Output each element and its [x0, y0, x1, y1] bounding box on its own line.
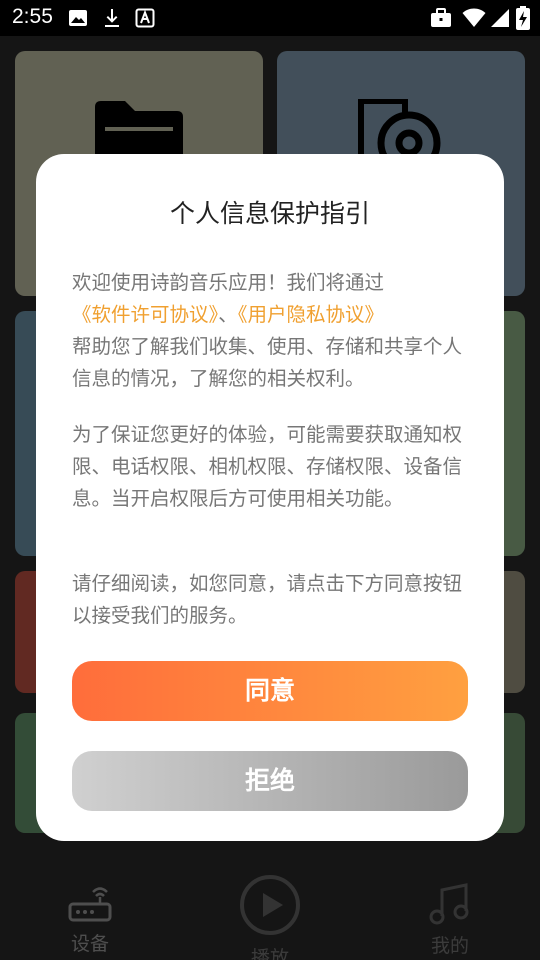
battery-charging-icon — [516, 6, 530, 30]
intro-text-continued: 帮助您了解我们收集、使用、存储和共享个人信息的情况，了解您的相关权利。 — [72, 335, 463, 390]
privacy-policy-link[interactable]: 《用户隐私协议》 — [238, 303, 384, 326]
signal-icon — [491, 9, 509, 27]
text-a-icon — [135, 8, 155, 28]
intro-paragraph: 欢迎使用诗韵音乐应用！我们将通过 《软件许可协议》、《用户隐私协议》 帮助您了解… — [72, 267, 472, 395]
status-bar: 2:55 — [0, 0, 540, 36]
agree-button[interactable]: 同意 — [72, 661, 468, 721]
status-time: 2:55 — [12, 5, 53, 28]
image-icon — [69, 10, 87, 26]
license-agreement-link[interactable]: 《软件许可协议》 — [72, 303, 218, 326]
intro-text: 欢迎使用诗韵音乐应用！我们将通过 — [72, 271, 385, 294]
briefcase-icon — [431, 8, 451, 27]
privacy-dialog: 个人信息保护指引 欢迎使用诗韵音乐应用！我们将通过 《软件许可协议》、《用户隐私… — [36, 154, 504, 841]
refuse-button[interactable]: 拒绝 — [72, 751, 468, 811]
consent-paragraph: 请仔细阅读，如您同意，请点击下方同意按钮以接受我们的服务。 — [72, 572, 463, 627]
link-separator: 、 — [218, 303, 238, 326]
dialog-title: 个人信息保护指引 — [169, 199, 370, 228]
wifi-icon — [462, 8, 486, 27]
download-icon — [105, 9, 119, 27]
permissions-paragraph: 为了保证您更好的体验，可能需要获取通知权限、电话权限、相机权限、存储权限、设备信… — [72, 423, 463, 510]
